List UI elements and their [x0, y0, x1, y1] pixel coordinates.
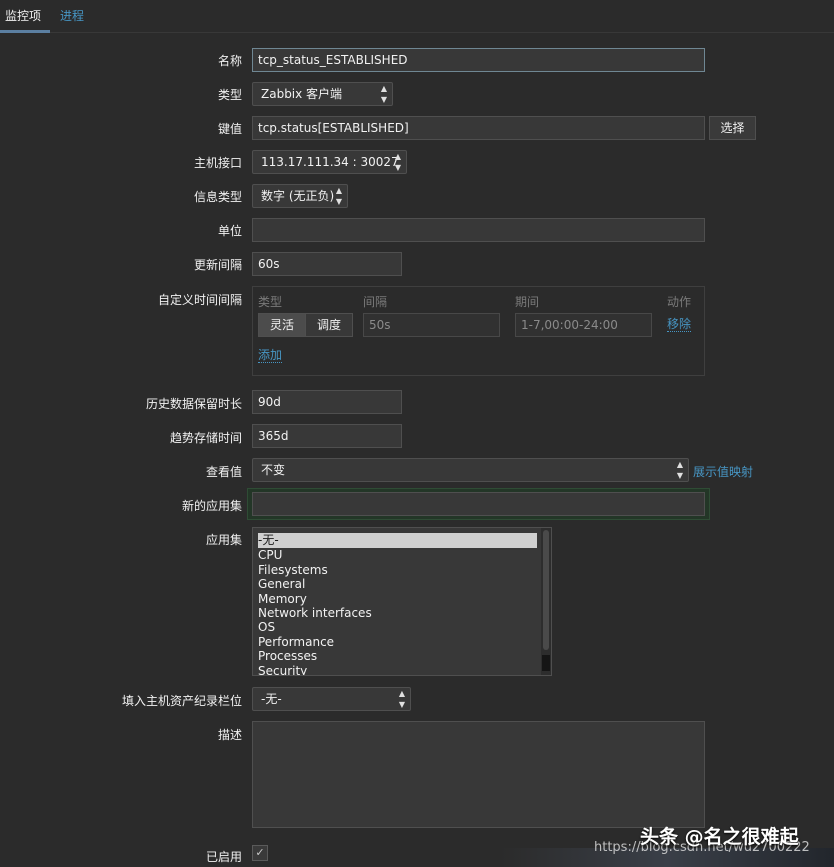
tab-processing[interactable]: 进程: [60, 0, 84, 33]
inventory-value: -无-: [261, 692, 282, 706]
applications-scrollbar[interactable]: [541, 528, 551, 675]
new-application-label: 新的应用集: [181, 499, 242, 513]
custom-intervals-header-interval: 间隔: [363, 295, 388, 309]
info-type-select[interactable]: 数字 (无正负) ▲ ▼: [252, 184, 348, 208]
updown-arrow-icon: ▲ ▼: [398, 689, 405, 709]
name-input[interactable]: tcp_status_ESTABLISHED: [252, 48, 705, 72]
units-label: 单位: [217, 224, 242, 238]
select-key-button[interactable]: 选择: [709, 116, 756, 140]
updown-arrow-icon: ▲ ▼: [335, 186, 342, 206]
description-textarea[interactable]: [252, 721, 705, 828]
tab-bar: 监控项 进程: [0, 0, 834, 33]
trends-label: 趋势存储时间: [169, 431, 242, 445]
custom-intervals-header-action: 动作: [667, 295, 692, 309]
add-interval-link[interactable]: 添加: [258, 348, 283, 363]
interval-type-flexible-button[interactable]: 灵活: [258, 313, 306, 337]
type-select[interactable]: Zabbix 客户端 ▲ ▼: [252, 82, 393, 106]
custom-intervals-header-type: 类型: [258, 295, 283, 309]
custom-intervals-label: 自定义时间间隔: [157, 293, 242, 307]
remove-interval-link[interactable]: 移除: [667, 317, 692, 332]
show-value-select[interactable]: 不变 ▲ ▼: [252, 458, 689, 482]
description-label: 描述: [217, 728, 242, 742]
new-application-input[interactable]: [252, 492, 705, 516]
key-label: 键值: [217, 122, 242, 136]
type-select-value: Zabbix 客户端: [261, 87, 343, 101]
type-label: 类型: [217, 88, 242, 102]
updown-arrow-icon: ▲ ▼: [676, 460, 683, 480]
inventory-label: 填入主机资产纪录栏位: [121, 694, 242, 708]
info-type-value: 数字 (无正负): [261, 189, 335, 203]
application-option[interactable]: Network interfaces: [258, 606, 372, 621]
custom-interval-input[interactable]: 50s: [363, 313, 500, 337]
history-input[interactable]: 90d: [252, 390, 402, 414]
tab-items[interactable]: 监控项: [0, 0, 50, 33]
applications-listbox[interactable]: -无- CPU Filesystems General Memory Netwo…: [252, 527, 552, 676]
application-option[interactable]: Processes: [258, 649, 317, 664]
enabled-label: 已启用: [205, 850, 242, 864]
application-option[interactable]: General: [258, 577, 305, 592]
units-input[interactable]: [252, 218, 705, 242]
application-option[interactable]: OS: [258, 620, 275, 635]
key-input[interactable]: tcp.status[ESTABLISHED]: [252, 116, 705, 140]
custom-intervals-header-period: 期间: [515, 295, 540, 309]
applications-scroll-thumb[interactable]: [543, 530, 549, 650]
trends-input[interactable]: 365d: [252, 424, 402, 448]
host-interface-select[interactable]: 113.17.111.34 : 30027 ▲ ▼: [252, 150, 407, 174]
inventory-select[interactable]: -无- ▲ ▼: [252, 687, 411, 711]
show-value-label: 查看值: [205, 465, 242, 479]
applications-scroll-end: [542, 655, 550, 671]
host-interface-value: 113.17.111.34 : 30027: [261, 155, 399, 169]
checkmark-icon: ✓: [255, 846, 265, 859]
application-option[interactable]: Performance: [258, 635, 334, 650]
application-option[interactable]: Security: [258, 664, 307, 675]
update-interval-input[interactable]: 60s: [252, 252, 402, 276]
history-label: 历史数据保留时长: [145, 397, 242, 411]
enabled-checkbox[interactable]: ✓: [252, 845, 268, 861]
update-interval-label: 更新间隔: [193, 258, 242, 272]
application-option[interactable]: -无-: [258, 533, 537, 548]
updown-arrow-icon: ▲ ▼: [394, 152, 401, 172]
host-interface-label: 主机接口: [193, 156, 242, 170]
application-option[interactable]: Memory: [258, 592, 307, 607]
watermark-text: 头条 @名之很难起: [640, 826, 799, 848]
applications-label: 应用集: [205, 533, 242, 547]
name-label: 名称: [217, 54, 242, 68]
show-value-value: 不变: [261, 463, 286, 477]
interval-type-scheduling-button[interactable]: 调度: [305, 313, 353, 337]
application-option[interactable]: Filesystems: [258, 563, 328, 578]
application-option[interactable]: CPU: [258, 548, 282, 563]
show-value-mappings-link[interactable]: 展示值映射: [693, 463, 753, 480]
info-type-label: 信息类型: [193, 190, 242, 204]
custom-period-input[interactable]: 1-7,00:00-24:00: [515, 313, 652, 337]
updown-arrow-icon: ▲ ▼: [380, 84, 387, 104]
